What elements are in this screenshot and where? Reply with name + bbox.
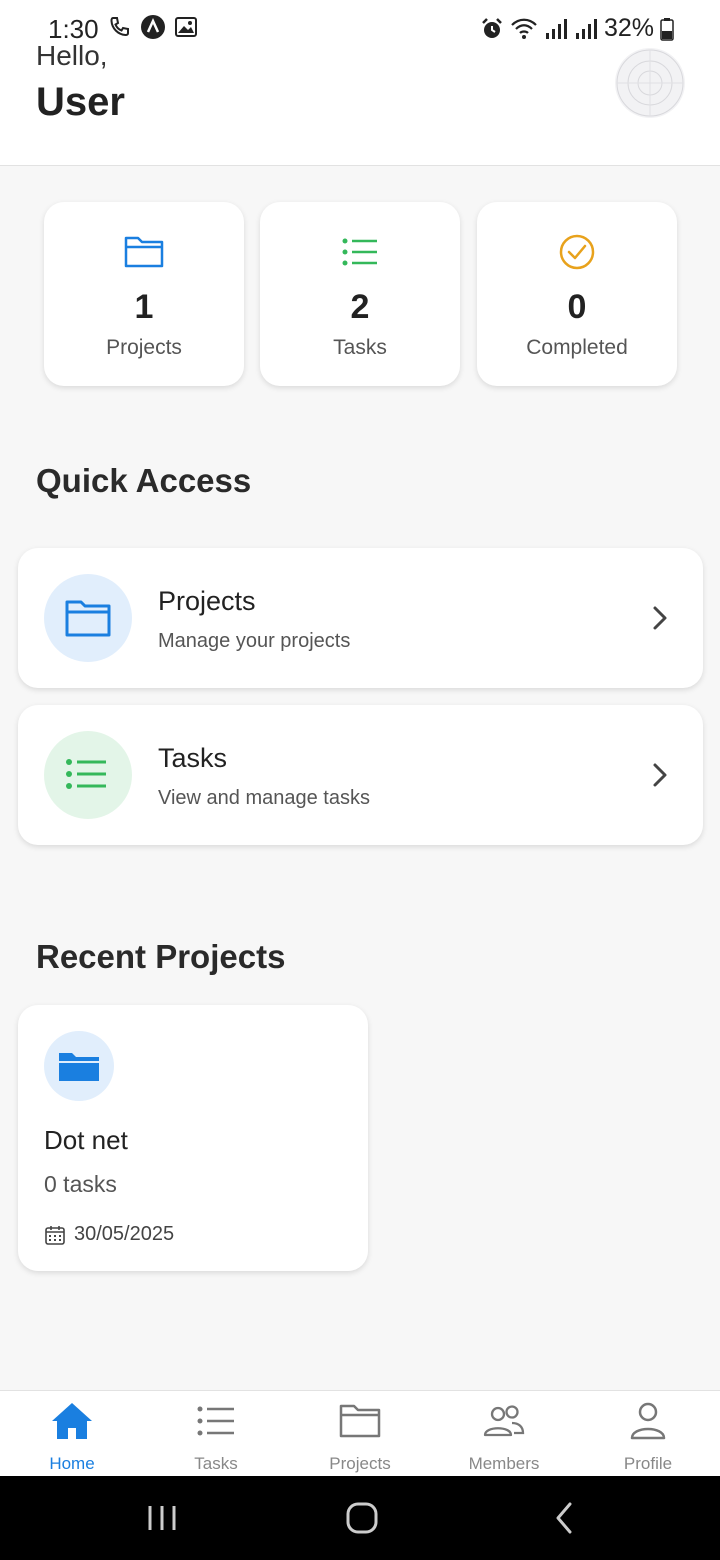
status-bar: 1:30 32%	[0, 0, 720, 56]
system-nav-bar	[0, 1476, 720, 1560]
check-circle-icon	[559, 234, 595, 270]
folder-icon	[339, 1404, 381, 1438]
nav-item-tasks[interactable]: Tasks	[144, 1391, 288, 1477]
alarm-icon	[482, 17, 502, 38]
stat-card-completed[interactable]: 0 Completed	[477, 202, 677, 386]
calendar-icon	[45, 1225, 65, 1245]
phone-icon	[110, 17, 129, 37]
chevron-right-icon	[653, 606, 667, 630]
nav-label: Home	[49, 1454, 95, 1473]
app-a-icon	[141, 15, 165, 39]
project-date: 30/05/2025	[74, 1223, 175, 1245]
wifi-icon	[511, 18, 537, 39]
members-icon	[483, 1405, 525, 1437]
bottom-nav: Home Tasks Projects Members Profile	[0, 1390, 720, 1476]
stat-card-projects[interactable]: 1 Projects	[44, 202, 244, 386]
stat-card-tasks[interactable]: 2 Tasks	[260, 202, 460, 386]
quick-access-title: Quick Access	[36, 462, 252, 499]
recent-apps-icon[interactable]	[146, 1500, 178, 1536]
home-icon	[52, 1403, 92, 1439]
nav-item-projects[interactable]: Projects	[288, 1391, 432, 1477]
quick-access-tasks[interactable]: Tasks View and manage tasks	[18, 705, 703, 845]
greeting-text: Hello,	[36, 40, 108, 71]
stat-label: Tasks	[333, 336, 387, 359]
list-icon	[66, 759, 106, 789]
nav-label: Members	[468, 1454, 540, 1473]
signal-icon	[545, 18, 567, 39]
stat-value: 1	[134, 288, 154, 326]
quick-access-projects[interactable]: Projects Manage your projects	[18, 548, 703, 688]
status-right-icons: 32%	[480, 14, 674, 43]
recent-projects-title: Recent Projects	[36, 938, 286, 975]
qa-icon-circle	[44, 574, 132, 662]
signal-icon	[575, 18, 597, 39]
qa-title: Projects	[158, 586, 256, 616]
nav-item-members[interactable]: Members	[432, 1391, 576, 1477]
chevron-right-icon	[653, 763, 667, 787]
folder-icon	[124, 236, 164, 268]
project-date-row: 30/05/2025	[44, 1223, 174, 1246]
qa-title: Tasks	[158, 743, 228, 773]
folder-icon	[65, 600, 111, 637]
stat-label: Completed	[526, 336, 628, 359]
project-task-count: 0 tasks	[44, 1171, 117, 1197]
battery-icon	[660, 17, 674, 41]
nav-item-home[interactable]: Home	[0, 1391, 144, 1477]
project-icon-circle	[44, 1031, 114, 1101]
stat-value: 0	[567, 288, 587, 326]
status-left-icons	[108, 14, 198, 40]
image-icon	[175, 17, 197, 37]
list-icon	[342, 238, 377, 266]
list-icon	[197, 1406, 234, 1436]
battery-percent: 32%	[603, 14, 654, 42]
stat-value: 2	[350, 288, 370, 326]
folder-filled-icon	[59, 1053, 99, 1081]
username-text: User	[36, 80, 125, 124]
app-header: 1:30 32% Hello, User	[0, 0, 720, 166]
nav-label: Projects	[329, 1454, 391, 1473]
back-icon[interactable]	[552, 1500, 576, 1536]
qa-subtitle: View and manage tasks	[158, 787, 370, 809]
project-name: Dot net	[44, 1125, 128, 1155]
qa-subtitle: Manage your projects	[158, 630, 351, 652]
nav-label: Profile	[623, 1454, 673, 1473]
qa-icon-circle	[44, 731, 132, 819]
nav-item-profile[interactable]: Profile	[576, 1391, 720, 1477]
home-button-icon[interactable]	[344, 1500, 380, 1536]
nav-label: Tasks	[194, 1454, 238, 1473]
recent-project-card[interactable]: Dot net 0 tasks 30/05/2025	[18, 1005, 368, 1271]
avatar[interactable]	[615, 48, 685, 118]
stat-label: Projects	[106, 336, 182, 359]
person-icon	[630, 1402, 666, 1440]
